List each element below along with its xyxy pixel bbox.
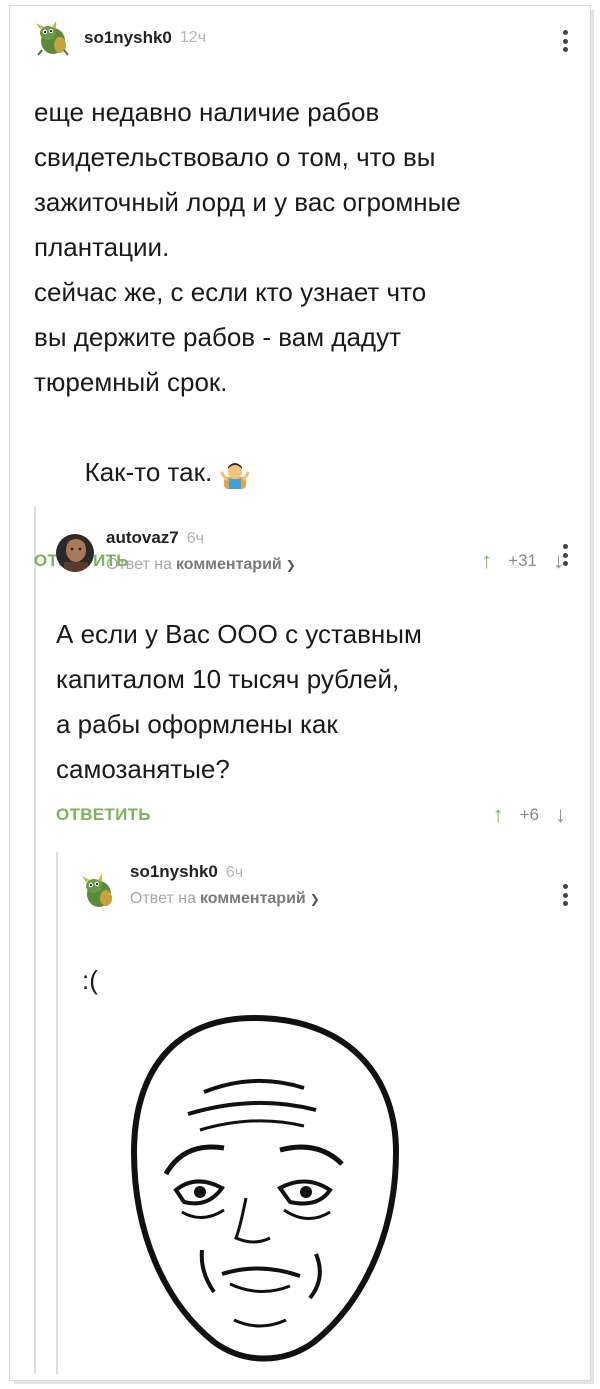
- chevron-down-icon[interactable]: ❯: [286, 558, 296, 572]
- dragon-avatar-icon: [82, 874, 112, 907]
- comment-line: сейчас же, с если кто узнает что: [34, 277, 427, 307]
- comment-header: so1nyshk0 6ч Ответ на комментарий ❯: [80, 862, 584, 916]
- rating-count: +6: [519, 805, 539, 824]
- author-line: autovaz7 6ч: [94, 528, 296, 548]
- comment-header: so1nyshk0 12ч: [34, 18, 584, 58]
- reply-button[interactable]: ОТВЕТИТЬ: [56, 805, 151, 825]
- author-name[interactable]: so1nyshk0: [130, 862, 218, 882]
- comment-line: А если у Вас ООО с уставным: [56, 619, 422, 649]
- reply-to-prefix: Ответ на: [106, 556, 172, 573]
- reply-to-prefix: Ответ на: [130, 890, 196, 907]
- avatar[interactable]: [34, 19, 72, 57]
- comment-line: :(: [82, 965, 98, 995]
- comment-header: autovaz7 6ч Ответ на комментарий ❯: [56, 528, 584, 582]
- comment-line: свидетельствовало о том, что вы: [34, 142, 436, 172]
- reply-to-line: Ответ на комментарий ❯: [106, 556, 296, 574]
- reply-to-line: Ответ на комментарий ❯: [130, 890, 320, 908]
- okay-guy-face-icon: [104, 1002, 422, 1374]
- author-name[interactable]: autovaz7: [106, 528, 179, 548]
- avatar[interactable]: [56, 534, 94, 572]
- avatar[interactable]: [80, 872, 118, 910]
- comment-3: so1nyshk0 6ч Ответ на комментарий ❯ :(: [80, 862, 584, 1003]
- timestamp: 6ч: [186, 530, 204, 547]
- timestamp: 6ч: [225, 864, 244, 881]
- comment-body: А если у Вас ООО с уставным капиталом 10…: [56, 612, 584, 792]
- comment-line: зажиточный лорд и у вас огромные: [34, 187, 461, 217]
- comment-line: еще недавно наличие рабов: [34, 97, 380, 127]
- comment-line: плантации.: [34, 232, 170, 262]
- timestamp: 12ч: [179, 29, 207, 46]
- comment-1: so1nyshk0 12ч еще недавно наличие рабов …: [34, 18, 584, 574]
- user-photo-avatar-icon: [56, 534, 94, 572]
- more-vertical-icon[interactable]: [562, 30, 568, 52]
- arrow-down-icon[interactable]: ↓: [555, 802, 566, 828]
- comment-line: тюремный срок.: [34, 367, 228, 397]
- comment-line: вы держите рабов - вам дадут: [34, 322, 402, 352]
- more-vertical-icon[interactable]: [562, 884, 568, 906]
- author-line: so1nyshk0 6ч: [118, 862, 320, 882]
- reply-to-comment-link[interactable]: комментарий: [176, 556, 282, 574]
- comment-line: самозанятые?: [56, 754, 230, 784]
- comment-body: :(: [82, 958, 584, 1003]
- comment-actions: ОТВЕТИТЬ ↑ +6 ↓: [56, 802, 566, 828]
- comment-2: autovaz7 6ч Ответ на комментарий ❯ А есл…: [56, 528, 584, 828]
- arrow-up-icon[interactable]: ↑: [493, 802, 504, 828]
- thread-line-level-1[interactable]: [34, 506, 36, 1374]
- dragon-avatar-icon: [36, 21, 69, 56]
- reply-to-comment-link[interactable]: комментарий: [200, 890, 306, 908]
- more-vertical-icon[interactable]: [562, 544, 568, 566]
- meme-face-image[interactable]: [104, 1002, 422, 1374]
- person-shrugging-emoji: [220, 463, 250, 490]
- thread-line-level-2[interactable]: [56, 852, 58, 1374]
- author-name[interactable]: so1nyshk0: [84, 28, 172, 48]
- chevron-down-icon[interactable]: ❯: [310, 892, 320, 906]
- comment-body: еще недавно наличие рабов свидетельствов…: [34, 90, 584, 540]
- comment-line: а рабы оформлены как: [56, 709, 338, 739]
- comment-meta: autovaz7 6ч Ответ на комментарий ❯: [94, 528, 296, 574]
- comment-meta: so1nyshk0 6ч Ответ на комментарий ❯: [118, 862, 320, 908]
- comment-line-with-emoji: Как-то так.: [34, 405, 584, 540]
- comment-line: Как-то так.: [77, 457, 213, 487]
- vote-controls: ↑ +6 ↓: [493, 802, 566, 828]
- comment-line: капиталом 10 тысяч рублей,: [56, 664, 400, 694]
